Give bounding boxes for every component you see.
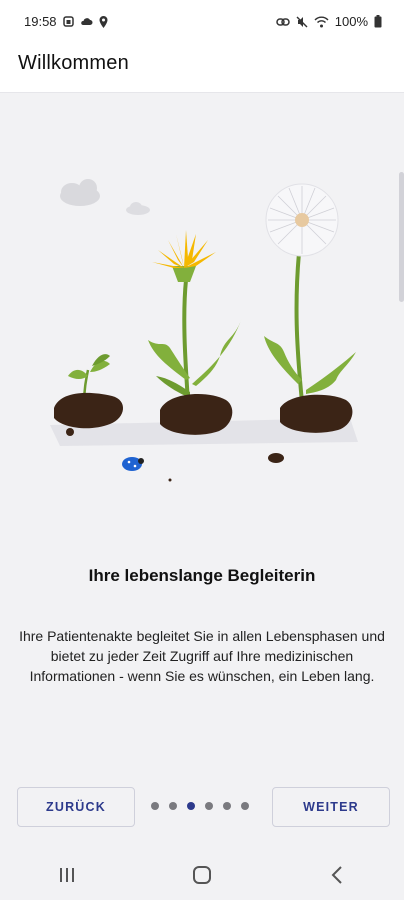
dandelion-growth-illustration xyxy=(50,179,358,482)
status-left: 19:58 xyxy=(24,14,108,29)
recent-apps-button[interactable] xyxy=(37,855,97,895)
page-dot[interactable] xyxy=(169,802,177,810)
onboarding-body: Ihre Patientenakte begleitet Sie in alle… xyxy=(19,628,385,684)
home-icon xyxy=(192,866,211,884)
back-nav-button[interactable] xyxy=(307,855,367,895)
next-button[interactable]: WEITER xyxy=(272,787,390,827)
scrollbar[interactable] xyxy=(399,172,404,302)
battery-text: 100% xyxy=(334,14,368,29)
mute-icon xyxy=(296,16,308,27)
back-button[interactable]: ZURÜCK xyxy=(17,787,135,827)
onboarding-headline: Ihre lebenslange Begleiterin xyxy=(88,566,316,585)
seed-head-dandelion-plant xyxy=(264,183,356,433)
cloud-large-icon xyxy=(60,179,100,206)
yellow-dandelion-plant xyxy=(148,230,242,435)
link-icon xyxy=(276,17,290,26)
app-bar: Willkommen xyxy=(0,44,404,93)
wifi-icon xyxy=(314,16,329,27)
system-nav-bar xyxy=(0,850,404,900)
notification-icon xyxy=(62,16,74,27)
recent-apps-icon xyxy=(60,868,75,882)
home-button[interactable] xyxy=(172,855,232,895)
back-icon xyxy=(331,866,342,884)
page-dot[interactable] xyxy=(151,802,159,810)
page-dot[interactable] xyxy=(223,802,231,810)
page-dot[interactable] xyxy=(205,802,213,810)
battery-icon xyxy=(374,15,382,28)
status-time: 19:58 xyxy=(24,14,57,29)
page-dot[interactable] xyxy=(241,802,249,810)
page-indicator xyxy=(151,802,249,810)
status-bar: 19:58 100% xyxy=(0,0,404,44)
cloud-icon xyxy=(80,18,93,25)
ladybug-icon xyxy=(122,457,144,471)
status-right: 100% xyxy=(276,14,382,29)
page-title: Willkommen xyxy=(18,52,129,74)
page-dot-active[interactable] xyxy=(187,802,195,810)
cloud-small-icon xyxy=(126,202,150,215)
location-icon xyxy=(99,15,108,28)
